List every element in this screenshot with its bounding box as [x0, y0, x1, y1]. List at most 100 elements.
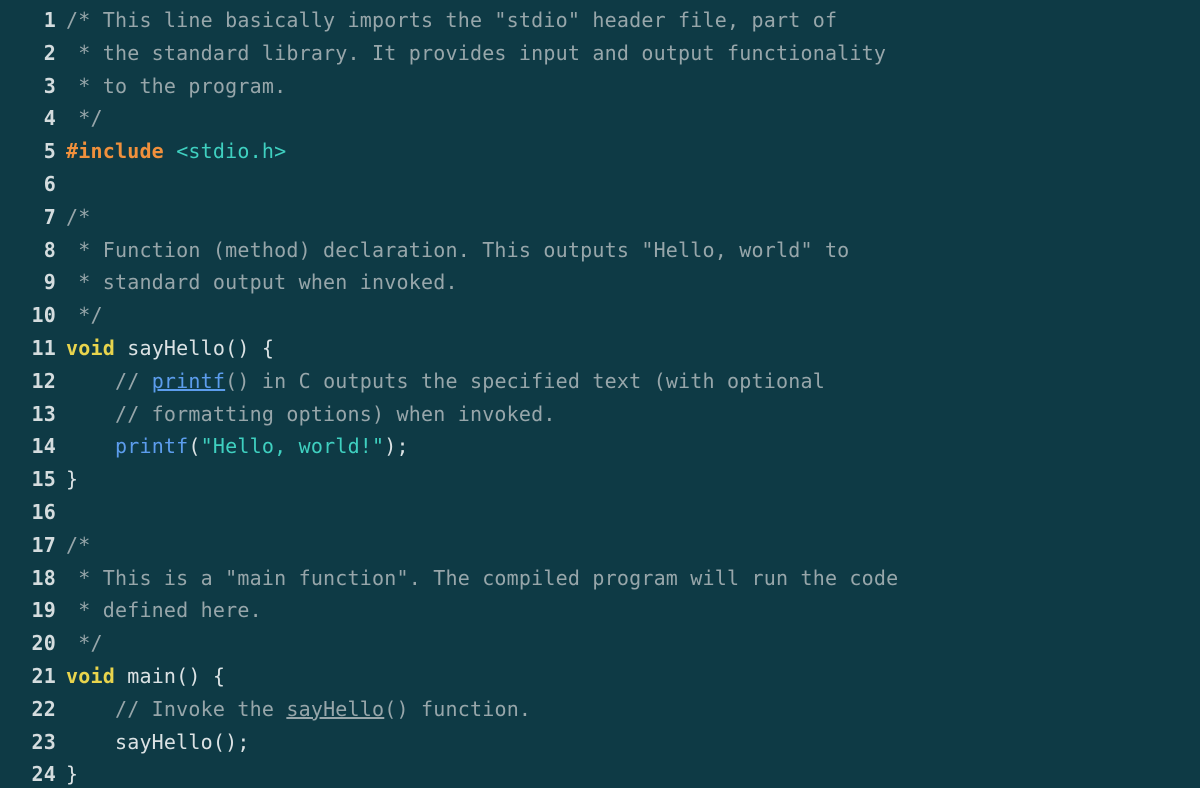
line-content[interactable]: void main() {	[56, 660, 1200, 693]
code-line[interactable]: 14 printf("Hello, world!");	[0, 430, 1200, 463]
line-content[interactable]: #include <stdio.h>	[56, 135, 1200, 168]
line-number: 23	[31, 729, 56, 754]
line-content[interactable]: }	[56, 758, 1200, 788]
line-content[interactable]: */	[56, 102, 1200, 135]
code-token-comment: /*	[66, 204, 91, 229]
code-token-comment: * standard output when invoked.	[66, 270, 458, 295]
line-content[interactable]: printf("Hello, world!");	[56, 430, 1200, 463]
code-line[interactable]: 9 * standard output when invoked.	[0, 266, 1200, 299]
line-number: 9	[43, 270, 56, 295]
code-token-comment: /*	[66, 532, 91, 557]
code-token-string: "Hello, world!"	[200, 434, 385, 459]
code-line[interactable]: 13 // formatting options) when invoked.	[0, 398, 1200, 431]
line-content[interactable]: * the standard library. It provides inpu…	[56, 37, 1200, 70]
line-content[interactable]: // printf() in C outputs the specified t…	[56, 365, 1200, 398]
line-content[interactable]: */	[56, 299, 1200, 332]
code-line[interactable]: 8 * Function (method) declaration. This …	[0, 234, 1200, 267]
line-content[interactable]: }	[56, 463, 1200, 496]
line-number: 7	[43, 204, 56, 229]
code-line[interactable]: 12 // printf() in C outputs the specifie…	[0, 365, 1200, 398]
code-line[interactable]: 21 void main() {	[0, 660, 1200, 693]
code-token-comment: () in C outputs the specified text (with…	[225, 368, 825, 393]
code-link[interactable]: sayHello	[286, 697, 384, 721]
code-token-comment: * the standard library. It provides inpu…	[66, 40, 887, 65]
code-token-comment: */	[66, 303, 103, 328]
line-number: 14	[31, 434, 56, 459]
line-number: 2	[43, 40, 56, 65]
code-token-include: <stdio.h>	[176, 139, 287, 164]
code-token-comment: * Function (method) declaration. This ou…	[66, 237, 850, 262]
line-content[interactable]: /*	[56, 529, 1200, 562]
code-line[interactable]: 10 */	[0, 299, 1200, 332]
line-number: 8	[43, 237, 56, 262]
line-content[interactable]: */	[56, 627, 1200, 660]
code-line[interactable]: 24}	[0, 758, 1200, 788]
code-token-comment: * defined here.	[66, 598, 262, 623]
code-line[interactable]: 20 */	[0, 627, 1200, 660]
line-content[interactable]: // formatting options) when invoked.	[56, 398, 1200, 431]
code-token-comment: /* This line basically imports the "stdi…	[66, 8, 838, 32]
line-content[interactable]: // Invoke the sayHello() function.	[56, 693, 1200, 726]
code-line[interactable]: 7 /*	[0, 201, 1200, 234]
code-token-plain: );	[384, 434, 409, 459]
line-number: 19	[31, 598, 56, 623]
code-line[interactable]: 19 * defined here.	[0, 594, 1200, 627]
line-number: 15	[31, 467, 56, 492]
line-number: 12	[31, 368, 56, 393]
line-content[interactable]: * defined here.	[56, 594, 1200, 627]
line-number: 18	[31, 565, 56, 590]
line-content[interactable]: * Function (method) declaration. This ou…	[56, 234, 1200, 267]
code-token-keyword: void	[66, 335, 115, 360]
code-line[interactable]: 11 void sayHello() {	[0, 332, 1200, 365]
code-line[interactable]: 22 // Invoke the sayHello() function.	[0, 693, 1200, 726]
line-content[interactable]: void sayHello() {	[56, 332, 1200, 365]
code-token-comment: * to the program.	[66, 73, 287, 98]
line-content[interactable]: * This is a "main function". The compile…	[56, 562, 1200, 595]
code-token-comment: () function.	[384, 696, 532, 721]
code-token-preproc: #include	[66, 139, 164, 164]
line-number: 20	[31, 631, 56, 656]
code-token-func: printf	[114, 434, 189, 459]
code-token-comment: // Invoke the	[66, 696, 287, 721]
line-content[interactable]: * standard output when invoked.	[56, 266, 1200, 299]
code-link[interactable]: printf	[152, 369, 225, 393]
code-line[interactable]: 2 * the standard library. It provides in…	[0, 37, 1200, 70]
line-content[interactable]: /*	[56, 201, 1200, 234]
line-content[interactable]: sayHello();	[56, 726, 1200, 759]
line-number: 5	[43, 139, 56, 164]
line-number: 22	[31, 696, 56, 721]
code-line[interactable]: 15}	[0, 463, 1200, 496]
code-token-plain: }	[66, 467, 79, 492]
code-token-plain: sayHello();	[66, 729, 250, 754]
line-number: 24	[31, 762, 56, 787]
line-number: 10	[31, 303, 56, 328]
line-number: 3	[43, 73, 56, 98]
code-token-plain: sayHello() {	[114, 335, 275, 360]
line-number: 16	[31, 499, 56, 524]
line-number: 17	[31, 532, 56, 557]
code-lines-container: 1 /* This line basically imports the "std…	[0, 4, 1200, 788]
code-line[interactable]: 1 /* This line basically imports the "std…	[0, 4, 1200, 37]
line-content[interactable]: * to the program.	[56, 70, 1200, 103]
code-token-comment: */	[66, 631, 103, 656]
code-token-plain: (	[188, 434, 201, 459]
code-token-comment: * This is a "main function". The compile…	[66, 565, 899, 590]
code-line[interactable]: 16	[0, 496, 1200, 529]
code-editor[interactable]: 1 /* This line basically imports the "std…	[0, 0, 1200, 788]
line-content[interactable]: /* This line basically imports the "stdi…	[56, 4, 1200, 37]
code-line[interactable]: 23 sayHello();	[0, 726, 1200, 759]
code-token-plain: }	[66, 762, 79, 787]
code-token-comment: // formatting options) when invoked.	[66, 401, 556, 426]
code-token-plain: main() {	[114, 663, 226, 688]
line-number: 6	[43, 171, 56, 196]
code-line[interactable]: 4 */	[0, 102, 1200, 135]
code-line[interactable]: 18 * This is a "main function". The comp…	[0, 562, 1200, 595]
code-line[interactable]: 17 /*	[0, 529, 1200, 562]
code-line[interactable]: 6	[0, 168, 1200, 201]
code-line[interactable]: 5 #include <stdio.h>	[0, 135, 1200, 168]
line-number: 1	[43, 8, 56, 32]
line-number: 13	[31, 401, 56, 426]
code-line[interactable]: 3 * to the program.	[0, 70, 1200, 103]
